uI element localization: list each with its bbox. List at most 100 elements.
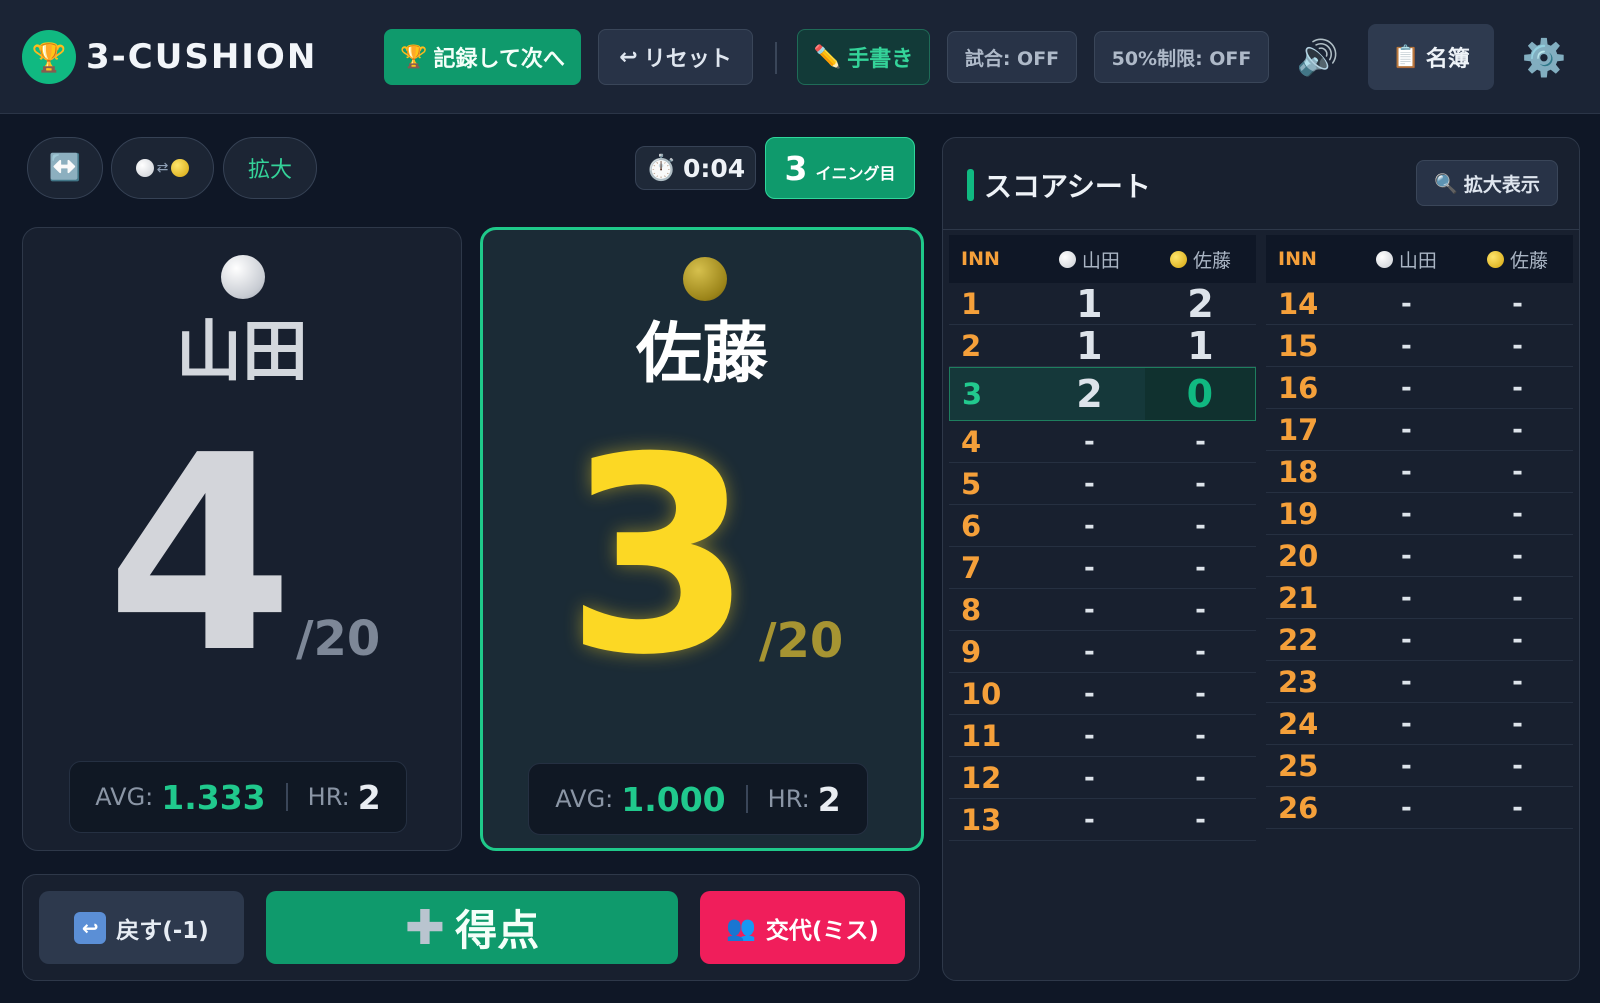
scoresheet-row: 10 - - [949, 673, 1256, 715]
people-icon: 👥 [726, 913, 756, 942]
player-score: 3 [565, 399, 753, 714]
score-label: 得点 [455, 906, 540, 955]
record-next-button[interactable]: 🏆 記録して次へ [384, 29, 581, 85]
player1-cell: - [1400, 330, 1412, 361]
scoresheet-row: 24 - - [1266, 703, 1573, 745]
left-right-arrow-icon: ↔️ [48, 153, 82, 183]
return-arrow-icon: ↩ [74, 911, 107, 944]
white-ball-icon [1375, 250, 1393, 268]
player2-cell: - [1512, 414, 1523, 445]
scoresheet-row: 5 - - [949, 463, 1256, 505]
player2-cell: - [1512, 624, 1523, 655]
player2-cell: - [1512, 708, 1523, 739]
player1-cell: - [1083, 804, 1095, 835]
trophy-icon: 🏆 [22, 30, 76, 84]
player-card-right[interactable]: 佐藤 3 /20 AVG: 1.000 HR: 2 [480, 227, 924, 851]
scoresheet-row: 6 - - [949, 505, 1256, 547]
yellow-ball-icon [1486, 250, 1504, 268]
change-turn-button[interactable]: 👥 交代(ミス) [700, 891, 905, 964]
scoresheet-row: 14 - - [1266, 283, 1573, 325]
stat-divider [285, 783, 288, 811]
player2-cell: - [1195, 804, 1206, 835]
scoresheet-row: 8 - - [949, 589, 1256, 631]
scoresheet-row: 21 - - [1266, 577, 1573, 619]
player-card-left[interactable]: 山田 4 /20 AVG: 1.333 HR: 2 [22, 227, 462, 851]
player1-cell: - [1400, 708, 1412, 739]
inning-number: 3 [784, 148, 808, 188]
match-toggle-button[interactable]: 試合: OFF [947, 31, 1077, 83]
inning-cell: 2 [961, 328, 982, 363]
inning-cell: 13 [961, 802, 1002, 837]
swap-balls-button[interactable]: ⇄ [111, 137, 214, 199]
player1-cell: - [1400, 750, 1412, 781]
hr-value: 2 [817, 779, 841, 819]
player1-cell: - [1400, 624, 1412, 655]
player2-header-name: 佐藤 [1509, 249, 1548, 272]
player1-cell: 2 [1076, 372, 1103, 416]
score-button[interactable]: ✚ 得点 [266, 891, 678, 964]
pencil-icon: ✏️ [813, 44, 842, 70]
player1-cell: - [1083, 468, 1095, 499]
inning-cell: 17 [1278, 412, 1319, 447]
roster-label: 名簿 [1425, 47, 1470, 72]
scoresheet-row: 12 - - [949, 757, 1256, 799]
scoresheet-row: 7 - - [949, 547, 1256, 589]
player1-cell: - [1400, 414, 1412, 445]
player2-cell: - [1195, 720, 1206, 751]
scoresheet-header: スコアシート 🔍 拡大表示 [943, 138, 1579, 230]
player2-cell: 1 [1187, 323, 1214, 368]
inning-cell: 1 [961, 286, 982, 321]
gear-icon[interactable]: ⚙️ [1516, 30, 1572, 86]
player2-cell: - [1512, 750, 1523, 781]
match-timer: ⏱️ 0:04 [635, 146, 756, 190]
player2-cell: - [1195, 468, 1206, 499]
player1-cell: - [1400, 792, 1412, 823]
target-score: /20 [759, 613, 844, 669]
inning-cell: 18 [1278, 454, 1319, 489]
scoresheet-row: 4 - - [949, 421, 1256, 463]
white-ball-icon [221, 255, 265, 299]
inning-cell: 15 [1278, 328, 1319, 363]
scoresheet-row: 11 - - [949, 715, 1256, 757]
scoresheet-zoom-label: 拡大表示 [1463, 173, 1540, 196]
inning-cell: 26 [1278, 790, 1319, 825]
inning-cell: 10 [961, 676, 1002, 711]
player2-header: 佐藤 [1145, 246, 1256, 273]
limit-toggle-button[interactable]: 50%制限: OFF [1094, 31, 1269, 83]
inning-cell: 7 [961, 550, 982, 585]
scoresheet-zoom-button[interactable]: 🔍 拡大表示 [1416, 160, 1558, 206]
player2-cell: - [1195, 678, 1206, 709]
player1-cell: - [1083, 678, 1095, 709]
player-score: 4 [106, 397, 294, 712]
swap-sides-button[interactable]: ↔️ [27, 137, 103, 199]
speaker-icon[interactable]: 🔊 [1290, 30, 1346, 86]
avg-label: AVG: [555, 785, 614, 813]
player1-header: 山田 [1034, 246, 1145, 273]
zoom-button[interactable]: 拡大 [223, 137, 317, 199]
handwriting-button[interactable]: ✏️ 手書き [797, 29, 930, 85]
scoresheet-row: 19 - - [1266, 493, 1573, 535]
inning-cell: 8 [961, 592, 982, 627]
app-title: 3-CUSHION [86, 37, 318, 77]
clipboard-icon: 📋 [1392, 44, 1420, 70]
roster-button[interactable]: 📋 名簿 [1368, 24, 1494, 90]
player1-cell: - [1083, 720, 1095, 751]
scoresheet-row-current: 3 20 [949, 367, 1256, 421]
inning-cell: 25 [1278, 748, 1319, 783]
player2-cell: - [1512, 372, 1523, 403]
inning-cell: 22 [1278, 622, 1319, 657]
undo-label: 戻す(-1) [116, 917, 209, 944]
player1-cell: - [1400, 288, 1412, 319]
inning-cell: 20 [1278, 538, 1319, 573]
player1-cell: - [1400, 372, 1412, 403]
hr-label: HR: [767, 785, 810, 813]
undo-button[interactable]: ↩ 戻す(-1) [39, 891, 244, 964]
player1-cell: - [1083, 594, 1095, 625]
inning-cell: 6 [961, 508, 982, 543]
reset-button[interactable]: ↩ リセット [598, 29, 753, 85]
player2-cell: - [1512, 498, 1523, 529]
avg-value: 1.000 [621, 779, 726, 819]
app-logo: 🏆 3-CUSHION [22, 30, 317, 84]
inning-cell: 4 [961, 424, 982, 459]
player1-header-name: 山田 [1398, 249, 1437, 272]
